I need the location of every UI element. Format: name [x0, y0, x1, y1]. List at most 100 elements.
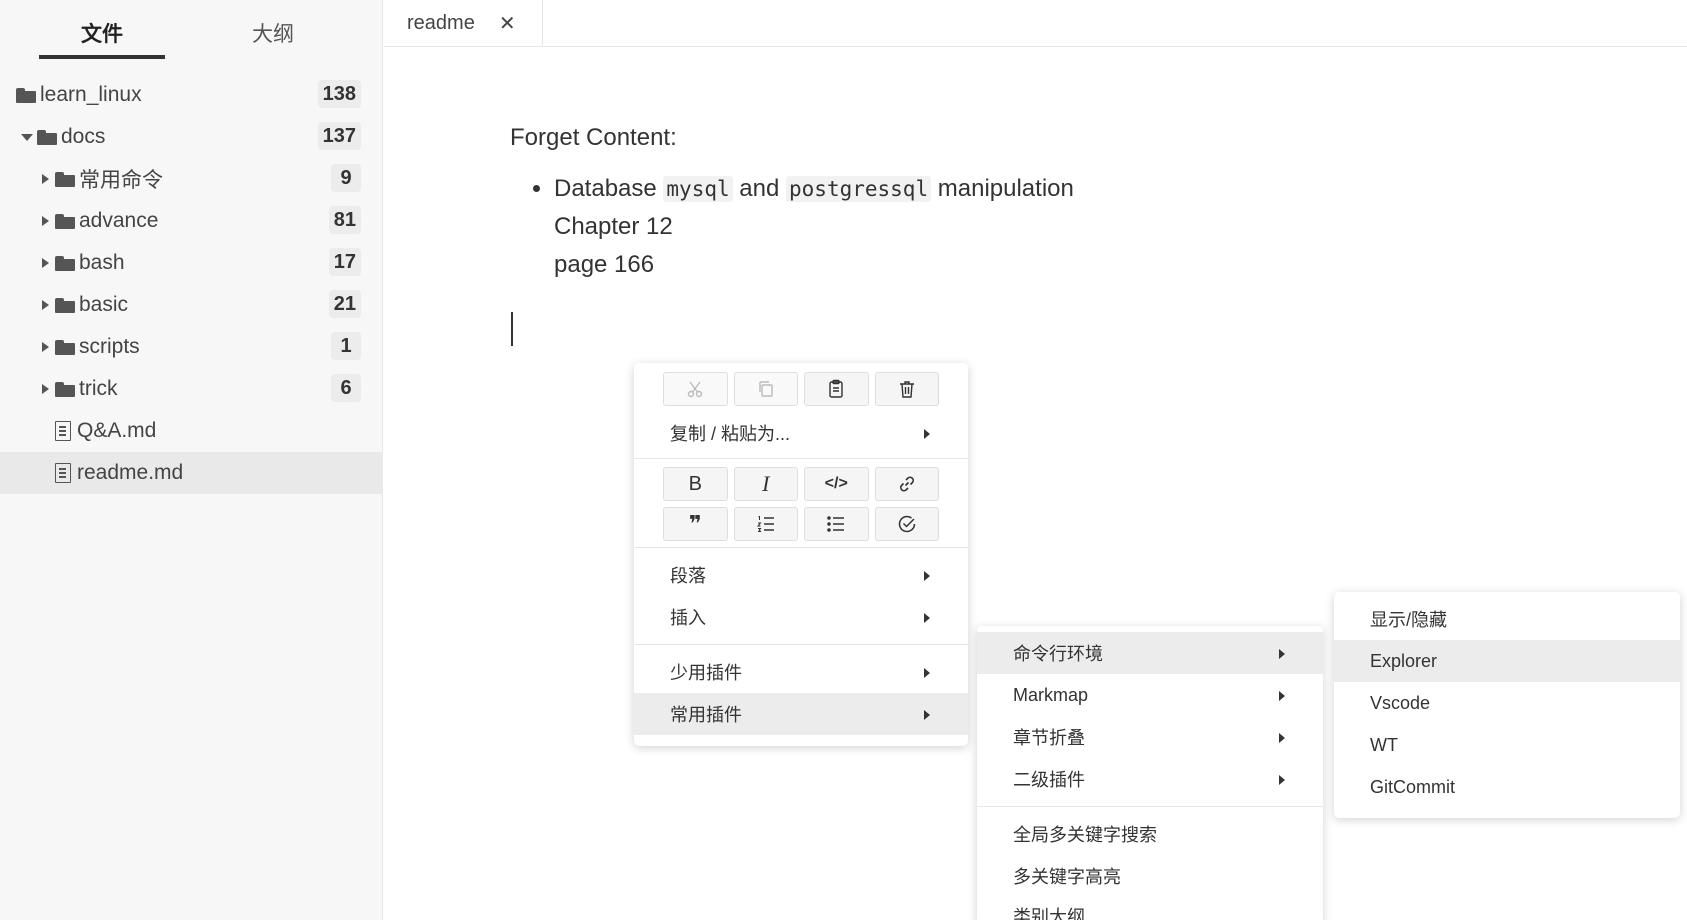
menu-label: 常用插件	[670, 705, 742, 725]
tree-folder[interactable]: scripts 1	[0, 326, 383, 368]
cmd-item-toggle[interactable]: 显示/隐藏	[1334, 598, 1680, 640]
submenu-arrow-icon	[1279, 733, 1285, 743]
format-icon-grid: B I </> ❞	[634, 465, 968, 541]
tab-readme[interactable]: readme ✕	[384, 0, 543, 47]
tree-item-label: Q&A.md	[77, 419, 157, 442]
common-plugins-item[interactable]: 常用插件	[634, 693, 968, 735]
menu-label: 二级插件	[1013, 770, 1085, 790]
caret-right-icon[interactable]	[40, 216, 50, 226]
menu-label: 类别大纲	[1013, 907, 1085, 920]
menu-label: Explorer	[1370, 650, 1438, 671]
format-row: B I </>	[663, 467, 939, 501]
bold-icon[interactable]: B	[663, 467, 728, 501]
tree-item-label: bash	[79, 251, 125, 274]
tree-folder[interactable]: 常用命令 9	[0, 158, 383, 200]
text-span: and	[732, 175, 787, 202]
folder-icon	[55, 339, 75, 355]
paragraph-item[interactable]: 段落	[634, 554, 968, 596]
submenu-arrow-icon	[924, 668, 930, 678]
file-tree: learn_linux 138 docs 137 常用命令 9 advance 81 bash 1…	[0, 74, 383, 494]
folder-icon	[55, 171, 75, 187]
caret-down-icon[interactable]	[21, 132, 33, 142]
tab-files[interactable]: 文件	[39, 18, 165, 48]
ordered-list-icon[interactable]	[733, 507, 798, 541]
submenu-item-markmap[interactable]: Markmap	[977, 674, 1323, 716]
tree-folder[interactable]: docs 137	[0, 116, 383, 158]
close-icon[interactable]: ✕	[499, 11, 516, 36]
submenu-arrow-icon	[924, 429, 930, 439]
text-span: Database	[554, 175, 664, 202]
submenu-item-highlight[interactable]: 多关键字高亮	[977, 855, 1323, 897]
list-item: Database mysql and postgressql manipulat…	[554, 170, 1074, 284]
folder-icon	[37, 129, 57, 145]
code-icon[interactable]: </>	[804, 467, 869, 501]
submenu-arrow-icon	[1279, 691, 1285, 701]
unordered-list-icon[interactable]	[804, 507, 869, 541]
submenu-item-global-search[interactable]: 全局多关键字搜索	[977, 813, 1323, 855]
tree-folder[interactable]: basic 21	[0, 284, 383, 326]
tree-file[interactable]: Q&A.md	[0, 410, 383, 452]
submenu-arrow-icon	[1279, 649, 1285, 659]
menu-separator	[977, 806, 1323, 807]
bullet-list: Database mysql and postgressql manipulat…	[510, 170, 1074, 284]
tree-folder[interactable]: trick 6	[0, 368, 383, 410]
caret-right-icon[interactable]	[40, 384, 50, 394]
menu-separator	[634, 458, 968, 459]
plugins-submenu: 命令行环境 Markmap 章节折叠 二级插件 全局多关键字搜索 多关键字高亮 …	[977, 626, 1323, 920]
inline-code: mysql	[663, 176, 733, 202]
cut-icon[interactable]	[663, 372, 728, 406]
tab-outline[interactable]: 大纲	[210, 18, 336, 48]
cmd-item-explorer[interactable]: Explorer	[1334, 640, 1680, 682]
folder-icon	[55, 255, 75, 271]
cmd-item-wt[interactable]: WT	[1334, 724, 1680, 766]
tree-item-label: readme.md	[77, 461, 184, 484]
editor-content[interactable]: Forget Content: Database mysql and postg…	[510, 118, 1074, 284]
link-icon[interactable]	[874, 467, 939, 501]
copy-paste-as-item[interactable]: 复制 / 粘贴为...	[634, 412, 968, 454]
submenu-item-secondary[interactable]: 二级插件	[977, 758, 1323, 800]
tab-title: readme	[407, 12, 475, 34]
menu-label: 少用插件	[670, 663, 742, 683]
quote-icon[interactable]: ❞	[663, 507, 728, 541]
menu-label: 段落	[670, 566, 706, 586]
task-list-icon[interactable]	[874, 507, 939, 541]
active-tab-indicator	[39, 55, 165, 59]
submenu-item-fold[interactable]: 章节折叠	[977, 716, 1323, 758]
caret-right-icon[interactable]	[40, 300, 50, 310]
tree-folder[interactable]: learn_linux 138	[0, 74, 383, 116]
caret-right-icon[interactable]	[40, 174, 50, 184]
italic-icon[interactable]: I	[733, 467, 798, 501]
cmd-item-vscode[interactable]: Vscode	[1334, 682, 1680, 724]
tree-item-label: trick	[79, 377, 118, 400]
cmd-env-submenu: 显示/隐藏 Explorer Vscode WT GitCommit	[1334, 592, 1680, 818]
inline-code: postgressql	[786, 176, 932, 202]
count-badge: 81	[328, 206, 361, 234]
trash-icon[interactable]	[874, 372, 939, 406]
rare-plugins-item[interactable]: 少用插件	[634, 651, 968, 693]
menu-label: 多关键字高亮	[1013, 867, 1121, 887]
caret-spacer	[40, 426, 50, 436]
folder-icon	[55, 297, 75, 313]
count-badge: 21	[328, 290, 361, 318]
text-span: page 166	[554, 251, 655, 278]
copy-icon[interactable]	[733, 372, 798, 406]
count-badge: 6	[331, 374, 361, 402]
tree-folder[interactable]: bash 17	[0, 242, 383, 284]
caret-right-icon[interactable]	[40, 258, 50, 268]
clipboard-row	[663, 372, 939, 406]
submenu-item-outline[interactable]: 类别大纲	[977, 897, 1323, 920]
cmd-item-gitcommit[interactable]: GitCommit	[1334, 766, 1680, 808]
tree-folder[interactable]: advance 81	[0, 200, 383, 242]
caret-right-icon[interactable]	[40, 342, 50, 352]
submenu-arrow-icon	[924, 613, 930, 623]
tree-file[interactable]: readme.md	[0, 452, 383, 494]
submenu-arrow-icon	[924, 710, 930, 720]
text-span: manipulation	[931, 175, 1074, 202]
submenu-item-cmd-env[interactable]: 命令行环境	[977, 632, 1323, 674]
count-badge: 9	[331, 164, 361, 192]
insert-item[interactable]: 插入	[634, 596, 968, 638]
paste-icon[interactable]	[804, 372, 869, 406]
content-heading: Forget Content:	[510, 124, 677, 151]
edit-icon-grid: 复制 / 粘贴为...	[634, 363, 968, 454]
menu-label: Vscode	[1370, 692, 1431, 713]
